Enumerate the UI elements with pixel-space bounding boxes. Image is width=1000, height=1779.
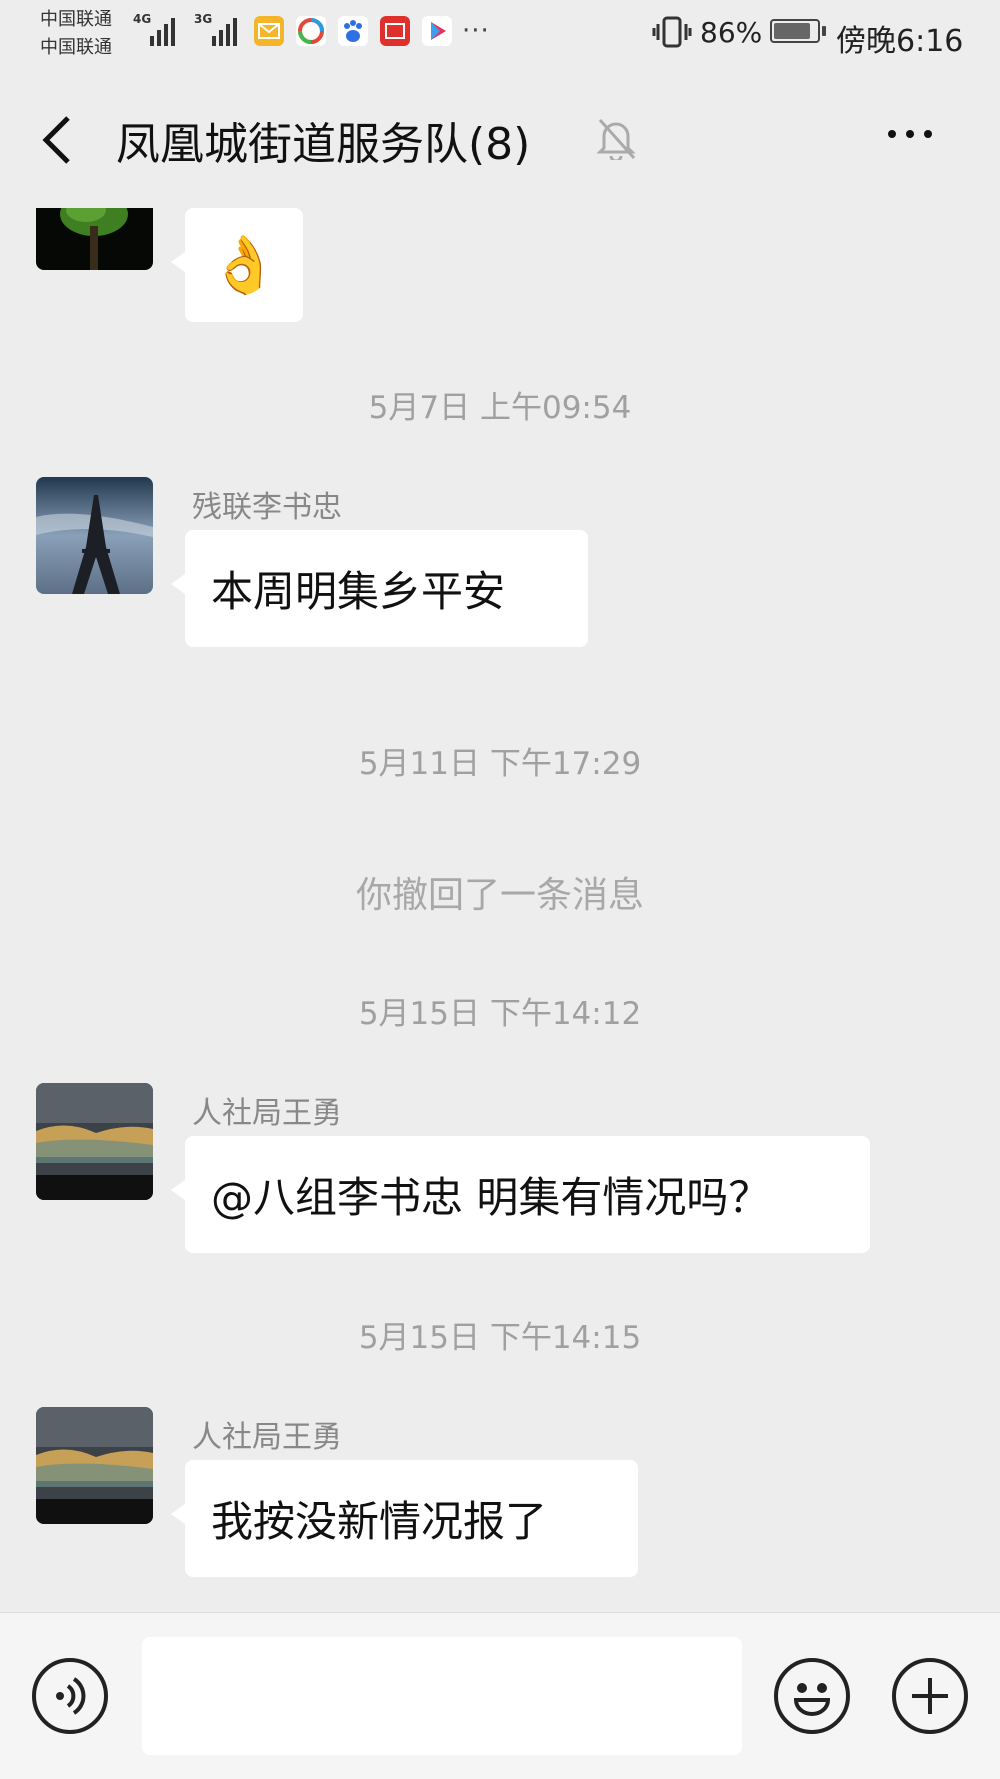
plus-icon <box>912 1678 948 1714</box>
recall-notice: 你撤回了一条消息 <box>355 875 644 916</box>
timestamp: 5月15日 下午14:15 <box>358 1320 642 1356</box>
message-input[interactable] <box>142 1637 742 1755</box>
network-type-1: 4G <box>133 12 152 26</box>
baidu-icon <box>338 16 368 46</box>
status-time: 傍晚6:16 <box>836 24 964 59</box>
emoji-message-bubble[interactable]: 👌 <box>171 208 303 322</box>
avatar-landscape[interactable] <box>36 1083 153 1200</box>
voice-icon <box>56 1677 86 1715</box>
message-bubble[interactable]: @八组李书忠 明集有情况吗？ <box>171 1136 870 1253</box>
mute-bell-icon <box>596 116 636 164</box>
avatar-landscape[interactable] <box>36 1407 153 1524</box>
vibrate-icon <box>652 16 692 52</box>
youku-icon <box>422 16 452 46</box>
sender-name: 人社局王勇 <box>192 1420 342 1455</box>
emoji-button[interactable] <box>774 1658 850 1734</box>
smiley-icon <box>793 1683 831 1716</box>
carrier-1: 中国联通 <box>40 9 112 30</box>
timestamp: 5月11日 下午17:29 <box>358 746 642 782</box>
network-type-2: 3G <box>194 12 213 26</box>
mail-icon <box>254 16 284 46</box>
signal-icon-1 <box>150 14 175 46</box>
netease-icon <box>380 16 410 46</box>
avatar-tree[interactable] <box>36 208 153 270</box>
browser-icon <box>296 16 326 46</box>
battery-icon <box>770 19 820 43</box>
chat-header: 凤凰城街道服务队(8) <box>0 68 1000 208</box>
back-icon[interactable] <box>38 112 78 168</box>
more-notifications-icon: ··· <box>462 16 490 46</box>
timestamp: 5月15日 下午14:12 <box>358 996 642 1032</box>
voice-input-button[interactable] <box>32 1658 108 1734</box>
timestamp: 5月7日 上午09:54 <box>368 390 632 426</box>
message-text: 本周明集乡平安 <box>211 567 506 616</box>
message-bubble[interactable]: 我按没新情况报了 <box>171 1460 638 1577</box>
more-functions-button[interactable] <box>892 1658 968 1734</box>
message-text: @八组李书忠 明集有情况吗？ <box>211 1173 771 1222</box>
chat-title: 凤凰城街道服务队(8) <box>116 119 531 170</box>
ok-hand-emoji: 👌 <box>209 233 279 298</box>
status-bar: 中国联通 中国联通 4G 3G ··· 86% 傍晚6:16 <box>0 0 1000 68</box>
sender-name: 人社局王勇 <box>192 1096 342 1131</box>
signal-icon-2 <box>212 14 237 46</box>
battery-tip <box>822 26 826 36</box>
carrier-2: 中国联通 <box>40 37 112 58</box>
message-text: 我按没新情况报了 <box>211 1497 548 1546</box>
input-bar <box>0 1612 1000 1779</box>
message-bubble[interactable]: 本周明集乡平安 <box>171 530 588 647</box>
battery-percent: 86% <box>700 16 763 49</box>
more-options-icon[interactable] <box>888 130 932 138</box>
sender-name: 残联李书忠 <box>192 490 342 525</box>
avatar-eiffel-tower[interactable] <box>36 477 153 594</box>
